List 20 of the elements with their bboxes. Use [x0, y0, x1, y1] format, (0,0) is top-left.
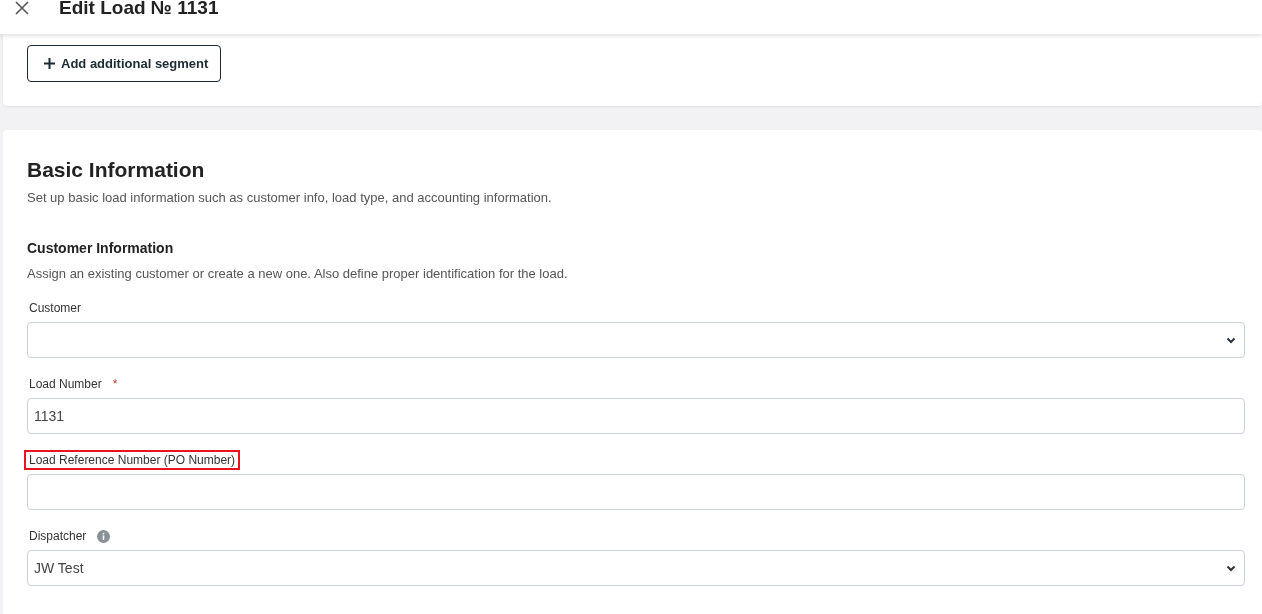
section-description: Set up basic load information such as customer info, load type, and accounting information. [27, 189, 553, 207]
section-title: Basic Information [27, 157, 206, 183]
close-icon[interactable] [14, 0, 30, 16]
field-label: Dispatcher [28, 528, 88, 545]
subsection-title: Customer Information [27, 239, 175, 258]
field-label: Customer [28, 300, 82, 317]
add-segment-button[interactable]: Add additional segment [27, 45, 222, 82]
chevron-down-icon [1226, 336, 1236, 344]
required-mark: * [112, 377, 118, 391]
subsection-description: Assign an existing customer or create a new one. Also define proper identification for the load. [27, 265, 569, 283]
input-field[interactable]: 1131 [27, 398, 1245, 434]
info-icon[interactable] [97, 529, 111, 543]
chevron-down-icon [1226, 564, 1236, 572]
plus-icon [44, 58, 55, 69]
field-label: Load Number [28, 376, 103, 393]
input-field[interactable] [27, 474, 1245, 510]
select-field[interactable]: JW Test [27, 550, 1245, 586]
field-label: Load Reference Number (PO Number) [24, 450, 241, 470]
window-title: Edit Load № 1131 [59, 0, 219, 20]
select-field[interactable] [27, 322, 1245, 358]
